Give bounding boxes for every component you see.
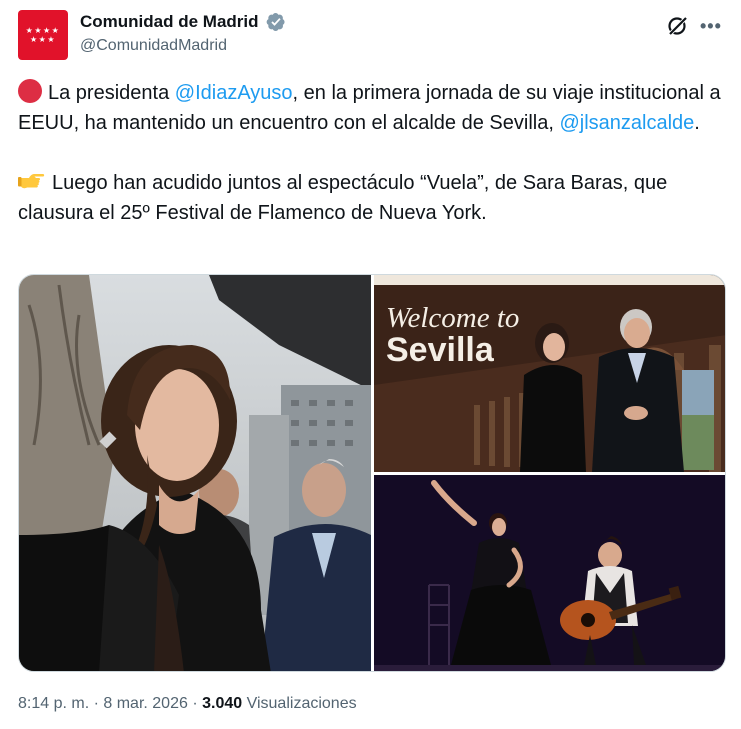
- post-date[interactable]: 8 mar. 2026: [103, 695, 188, 712]
- photo-welcome-sevilla[interactable]: Welcome to Sevilla: [374, 275, 725, 472]
- post-text-segment: La presidenta: [48, 82, 175, 104]
- avatar[interactable]: ★★★★ ★★★: [18, 10, 68, 60]
- verified-badge-icon: [266, 13, 285, 31]
- post-text: La presidenta @IdiazAyuso, en la primera…: [18, 78, 726, 228]
- photo-street-portrait-image: [19, 275, 371, 671]
- media-grid: Welcome to Sevilla: [18, 274, 726, 672]
- pointing-hand-icon: [18, 174, 45, 189]
- post-text-segment: .: [694, 112, 700, 134]
- more-options-icon[interactable]: •••: [700, 16, 724, 36]
- meta-separator: ·: [89, 695, 104, 712]
- views-count: 3.040: [202, 695, 243, 712]
- grok-icon[interactable]: [666, 14, 690, 38]
- sign-welcome-text: Welcome to: [386, 302, 519, 334]
- author-info: Comunidad de Madrid @ComunidadMadrid: [80, 12, 286, 55]
- author-handle[interactable]: @ComunidadMadrid: [80, 37, 286, 55]
- post-time[interactable]: 8:14 p. m.: [18, 695, 89, 712]
- post-header: ★★★★ ★★★ Comunidad de Madrid @ComunidadMa…: [18, 10, 728, 62]
- avatar-stars-icon: ★★★★ ★★★: [25, 26, 61, 44]
- author-display-name[interactable]: Comunidad de Madrid: [80, 12, 259, 32]
- meta-separator: ·: [187, 695, 203, 712]
- mention-link-jlsanzalcalde[interactable]: @jlsanzalcalde: [559, 112, 694, 134]
- mention-link-idiazayuso[interactable]: @IdiazAyuso: [175, 82, 293, 104]
- red-circle-icon: [18, 79, 42, 103]
- photo-welcome-sevilla-image: Welcome to Sevilla: [374, 275, 725, 472]
- post-paragraph-2: Luego han acudido juntos al espectáculo …: [18, 168, 726, 228]
- photo-street-portrait[interactable]: [19, 275, 371, 671]
- photo-flamenco-stage[interactable]: [374, 475, 725, 671]
- sign-sevilla-text: Sevilla: [386, 331, 495, 369]
- post-meta: 8:14 p. m. · 8 mar. 2026 · 3.040 Visuali…: [18, 695, 357, 713]
- photo-flamenco-stage-image: [374, 475, 725, 671]
- post-text-segment: Luego han acudido juntos al espectáculo …: [18, 172, 668, 224]
- views-label: Visualizaciones: [246, 695, 357, 712]
- post-paragraph-1: La presidenta @IdiazAyuso, en la primera…: [18, 78, 726, 138]
